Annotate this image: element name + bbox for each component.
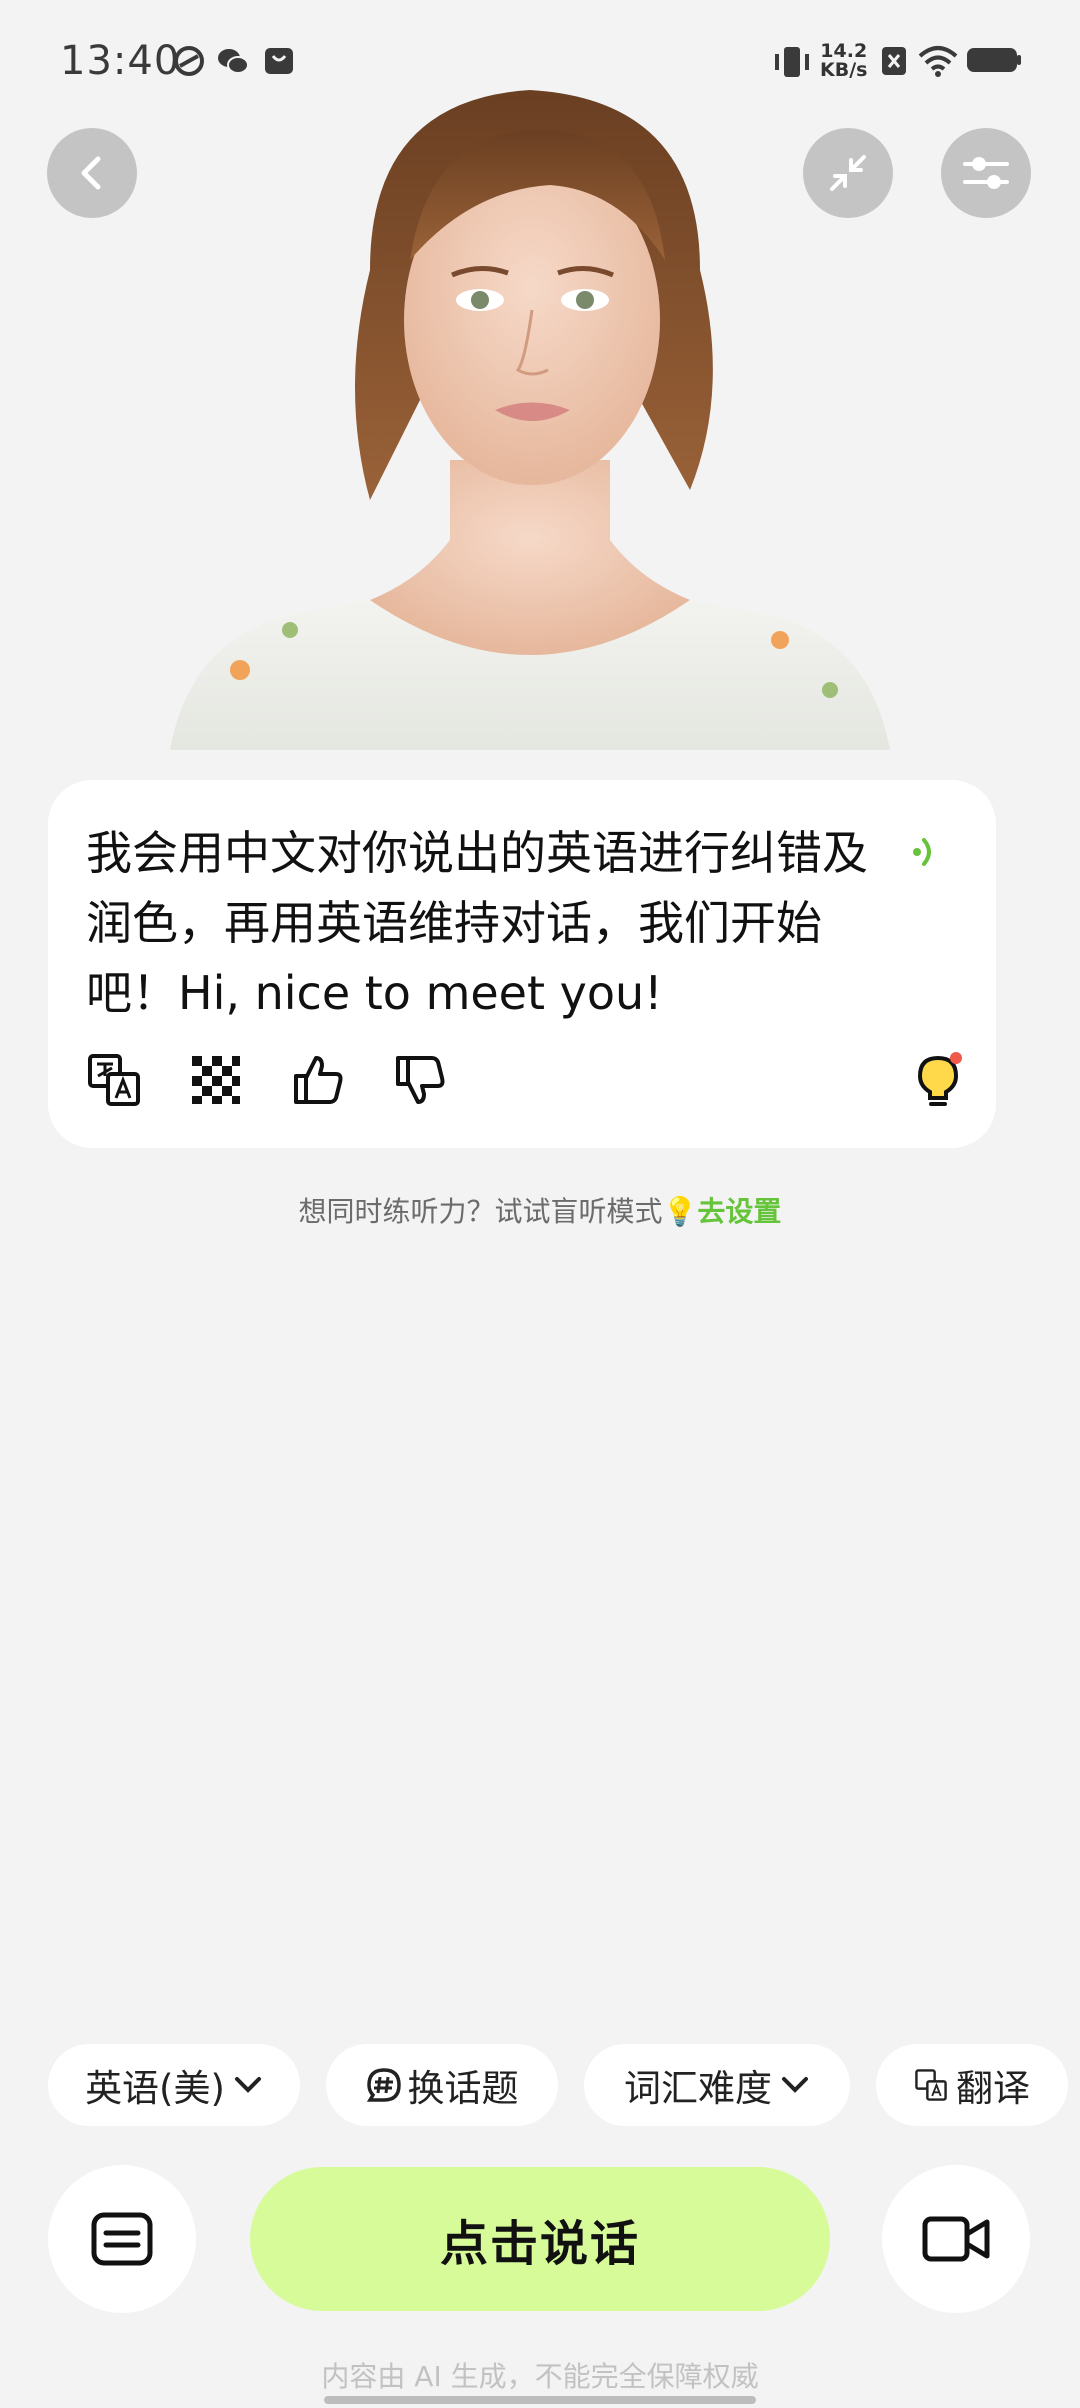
wifi-icon (918, 46, 958, 77)
language-selector[interactable]: 英语(美) (48, 2044, 300, 2126)
home-indicator[interactable] (324, 2396, 756, 2404)
translate-icon[interactable] (86, 1052, 142, 1108)
mosaic-icon[interactable] (188, 1052, 244, 1108)
blind-listening-hint: 想同时练听力？试试盲听模式💡去设置 (0, 1190, 1080, 1230)
chevron-down-icon (234, 2077, 261, 2093)
sliders-icon (963, 157, 1009, 189)
go-settings-link[interactable]: 去设置 (697, 1195, 781, 1228)
vocab-level-label: 词汇难度 (624, 2067, 772, 2110)
hint-text: 想同时练听力？试试盲听模式💡 (298, 1195, 698, 1228)
video-camera-icon (922, 2216, 990, 2262)
sound-wave-icon[interactable] (910, 832, 940, 872)
translate-icon (915, 2069, 947, 2101)
chevron-down-icon (782, 2077, 808, 2093)
avatar-portrait (170, 90, 890, 750)
video-call-button[interactable] (882, 2165, 1030, 2313)
lightbulb-icon[interactable] (910, 1052, 966, 1108)
translate-toggle[interactable]: 翻译 (876, 2044, 1068, 2126)
battery-icon (967, 48, 1021, 72)
minimize-button[interactable] (803, 128, 893, 218)
collapse-arrows-icon (830, 155, 866, 191)
ai-message-card: 我会用中文对你说出的英语进行纠错及润色，再用英语维持对话，我们开始吧！Hi, n… (48, 780, 996, 1148)
translate-label: 翻译 (956, 2067, 1030, 2110)
status-time: 13:40 (60, 38, 181, 84)
language-label: 英语(美) (85, 2067, 225, 2110)
ai-disclaimer: 内容由 AI 生成，不能完全保障权威 (321, 2360, 759, 2393)
message-actions (86, 1052, 966, 1108)
tap-to-speak-button[interactable]: 点击说话 (250, 2167, 830, 2311)
keyboard-icon (91, 2212, 153, 2266)
change-topic-label: 换话题 (407, 2067, 519, 2110)
vocab-level-selector[interactable]: 词汇难度 (584, 2044, 850, 2126)
change-topic-button[interactable]: 换话题 (326, 2044, 558, 2126)
settings-button[interactable] (941, 128, 1031, 218)
keyboard-button[interactable] (48, 2165, 196, 2313)
chevron-left-icon (81, 156, 101, 190)
back-button[interactable] (47, 128, 137, 218)
thumbs-up-icon[interactable] (290, 1052, 346, 1108)
thumbs-down-icon[interactable] (392, 1052, 448, 1108)
tap-to-speak-label: 点击说话 (439, 2216, 640, 2272)
hashtag-bubble-icon (366, 2068, 401, 2102)
ai-message-text: 我会用中文对你说出的英语进行纠错及润色，再用英语维持对话，我们开始吧！Hi, n… (86, 826, 868, 1020)
